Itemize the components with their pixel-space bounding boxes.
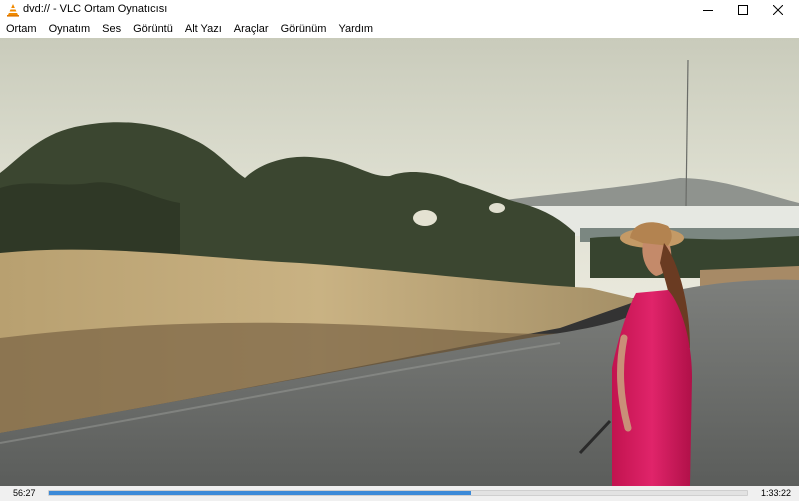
status-bar: 56:27 1:33:22 bbox=[0, 486, 799, 501]
title-bar[interactable]: dvd:// - VLC Ortam Oynatıcısı bbox=[0, 0, 799, 20]
menu-ortam[interactable]: Ortam bbox=[0, 20, 43, 38]
maximize-icon bbox=[738, 5, 748, 15]
maximize-button[interactable] bbox=[725, 0, 761, 20]
window-title: dvd:// - VLC Ortam Oynatıcısı bbox=[23, 3, 168, 15]
menu-gorunum[interactable]: Görünüm bbox=[275, 20, 333, 38]
seek-bar[interactable] bbox=[48, 490, 748, 496]
menu-alt-yazi[interactable]: Alt Yazı bbox=[179, 20, 228, 38]
vlc-cone-icon bbox=[7, 4, 19, 17]
menu-yardim[interactable]: Yardım bbox=[332, 20, 379, 38]
close-button[interactable] bbox=[760, 0, 796, 20]
seek-bar-progress bbox=[49, 491, 472, 495]
minimize-icon bbox=[703, 10, 713, 11]
minimize-button[interactable] bbox=[690, 0, 726, 20]
elapsed-time: 56:27 bbox=[13, 488, 36, 498]
close-icon bbox=[773, 5, 783, 15]
menu-goruntu[interactable]: Görüntü bbox=[127, 20, 179, 38]
menu-bar: Ortam Oynatım Ses Görüntü Alt Yazı Araçl… bbox=[0, 20, 799, 38]
menu-ses[interactable]: Ses bbox=[96, 20, 127, 38]
menu-oynatim[interactable]: Oynatım bbox=[43, 20, 97, 38]
video-frame bbox=[0, 38, 799, 486]
total-time: 1:33:22 bbox=[760, 488, 791, 498]
menu-araclar[interactable]: Araçlar bbox=[228, 20, 275, 38]
video-area[interactable] bbox=[0, 38, 799, 486]
